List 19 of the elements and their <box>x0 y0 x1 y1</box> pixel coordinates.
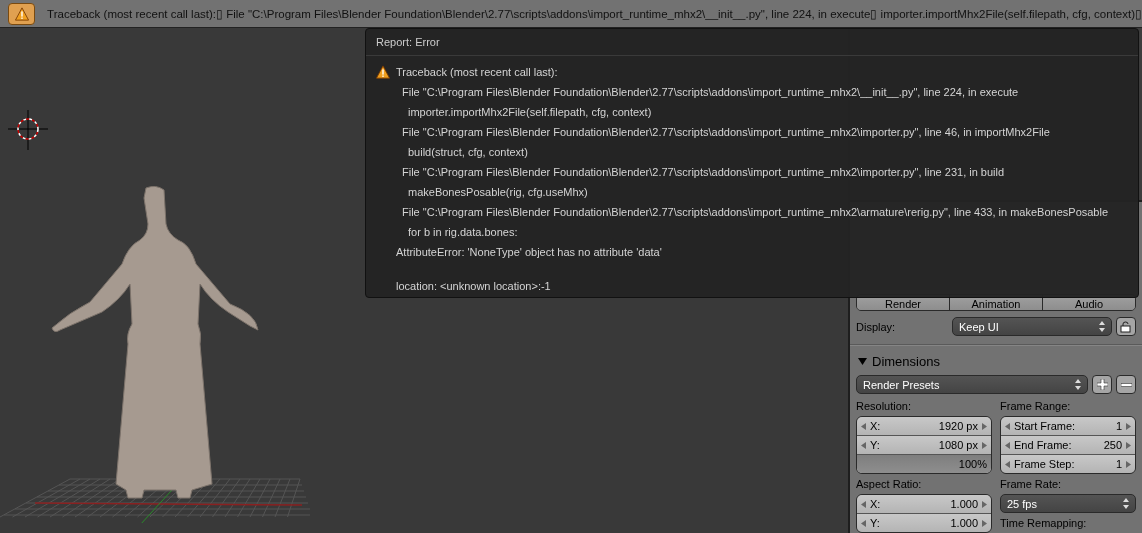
code-line: build(struct, cfg, context) <box>408 146 528 158</box>
code-line: for b in rig.data.bones: <box>408 226 518 238</box>
display-label: Display: <box>856 320 897 333</box>
info-message: Traceback (most recent call last):▯ File "C:\Program Files\Blender Foundation\Blender\2.77\scripts\addons\import_runtime_mhx2\__init__.py", line 224, in execute▯ importer.importMhx2File(self.filepath, cfg, context)▯ <box>47 6 1142 21</box>
traceback-file-line: File "C:\Program Files\Blender Foundation\Blender\2.77\scripts\addons\import_runtime_mhx2\__init__.py", line 224, in execute <box>402 86 1019 98</box>
frame-rate-label: Frame Rate: <box>1000 478 1063 490</box>
aspect-ratio-label: Aspect Ratio: <box>856 478 923 490</box>
code-line: makeBonesPosable(rig, cfg.useMhx) <box>408 186 588 198</box>
traceback-file-line: File "C:\Program Files\Blender Foundation\Blender\2.77\scripts\addons\import_runtime_mhx2\importer.py", line 231, in build <box>402 166 1005 178</box>
error-message: Traceback (most recent call last): <box>396 66 558 78</box>
traceback-file-line: File "C:\Program Files\Blender Foundation\Blender\2.77\scripts\addons\import_runtime_mhx2\armature\rerig.py", line 433, in makeBonesPosable <box>402 206 1109 218</box>
popup-title: Report: Error <box>376 36 440 48</box>
traceback-file-line: File "C:\Program Files\Blender Foundation\Blender\2.77\scripts\addons\import_runtime_mhx2\importer.py", line 46, in importMhx2File <box>402 126 1050 138</box>
code-line: importer.importMhx2File(self.filepath, cfg, context) <box>408 106 652 118</box>
resolution-label: Resolution: <box>856 400 913 412</box>
time-remapping-label: Time Remapping: <box>1000 517 1088 529</box>
frame-range-label: Frame Range: <box>1000 400 1072 412</box>
error-message: location: <unknown location>:-1 <box>396 280 551 292</box>
error-message: AttributeError: 'NoneType' object has no attribute 'data' <box>396 246 662 258</box>
